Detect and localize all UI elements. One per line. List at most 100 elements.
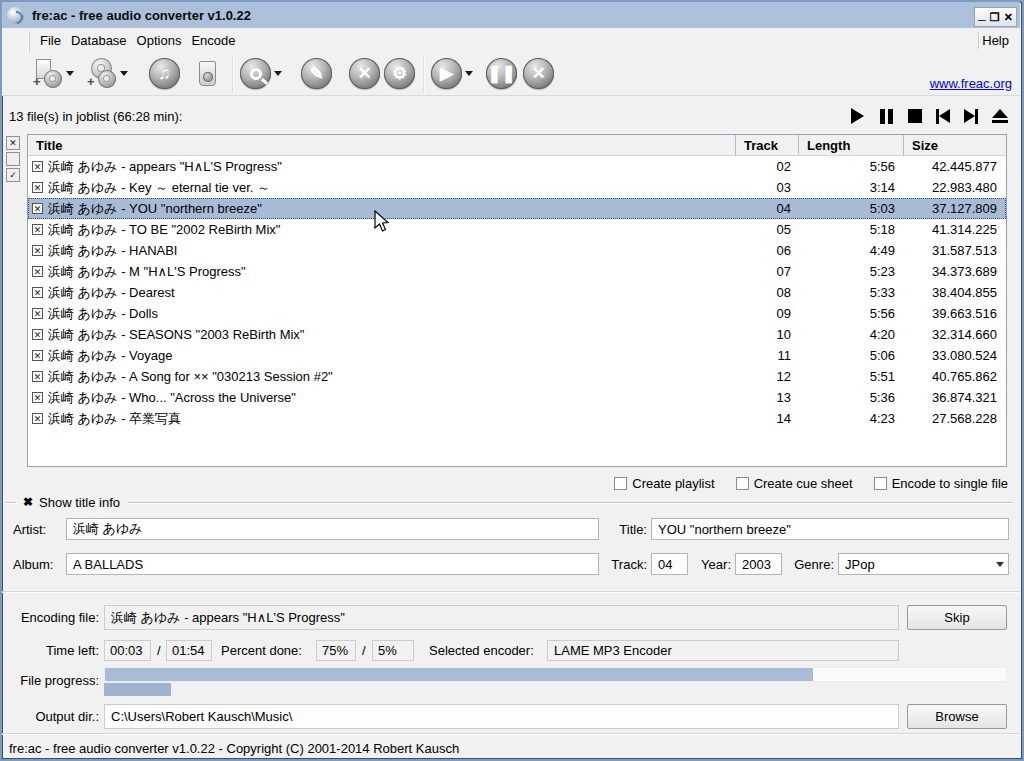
album-field[interactable]: A BALLADS — [66, 553, 599, 575]
add-cd-tracks-icon[interactable]: + — [33, 58, 63, 90]
add-cd-tracks-icon-dropdown[interactable] — [66, 71, 74, 76]
row-checkbox[interactable]: ✕ — [32, 371, 43, 382]
row-title: 浜崎 あゆみ - A Song for ×× "030213 Session #… — [48, 368, 333, 386]
browse-button[interactable]: Browse — [907, 704, 1007, 729]
cddb-submit-icon[interactable]: ✎ — [301, 58, 332, 89]
joblist-row[interactable]: ✕浜崎 あゆみ - SEASONS "2003 ReBirth Mix"104:… — [28, 324, 1006, 345]
joblist-row[interactable]: ✕浜崎 あゆみ - TO BE "2002 ReBirth Mix"055:18… — [28, 219, 1006, 240]
row-checkbox[interactable]: ✕ — [32, 224, 43, 235]
stop-encoding-icon[interactable]: ✕ — [523, 58, 554, 89]
row-checkbox[interactable]: ✕ — [32, 392, 43, 403]
genre-label: Genre: — [783, 557, 834, 572]
encode-single-file-label: Encode to single file — [892, 476, 1008, 491]
cddb-query-icon-dropdown[interactable] — [274, 71, 282, 76]
row-checkbox[interactable]: ✕ — [32, 350, 43, 361]
create-playlist-checkbox[interactable]: Create playlist — [614, 476, 714, 491]
freac-website-link[interactable]: www.freac.org — [930, 76, 1012, 91]
artist-field[interactable]: 浜崎 あゆみ — [66, 518, 599, 540]
row-length: 5:23 — [798, 264, 903, 279]
title-label: Title: — [602, 522, 647, 537]
joblist-row[interactable]: ✕浜崎 あゆみ - Voyage115:0633.080.524 — [28, 345, 1006, 366]
joblist-row[interactable]: ✕浜崎 あゆみ - appears "H∧L'S Progress"025:56… — [28, 156, 1006, 177]
row-checkbox[interactable]: ✕ — [32, 413, 43, 424]
row-checkbox[interactable]: ✕ — [32, 203, 43, 214]
app-icon — [7, 7, 24, 24]
status-bar-text: fre:ac - free audio converter v1.0.22 - … — [9, 741, 459, 756]
joblist-status-row: 13 file(s) in joblist (66:28 min): — [2, 96, 1020, 134]
year-field[interactable]: 2003 — [735, 553, 782, 575]
time-slash: / — [157, 643, 161, 658]
encode-single-file-checkbox[interactable]: Encode to single file — [874, 476, 1008, 491]
row-title: 浜崎 あゆみ - HANABI — [48, 242, 177, 260]
toggle-selection-button[interactable]: ✓ — [6, 168, 20, 182]
play-icon[interactable] — [851, 108, 864, 124]
row-checkbox[interactable]: ✕ — [32, 266, 43, 277]
pause-encoding-icon[interactable]: ❚❚ — [486, 58, 517, 89]
joblist-row[interactable]: ✕浜崎 あゆみ - Dolls095:5639.663.516 — [28, 303, 1006, 324]
add-files-icon[interactable]: ♫ — [149, 58, 180, 89]
rip-cd-icon-dropdown[interactable] — [120, 71, 128, 76]
toolbar: www.freac.org ++♫✎✕⚙▶❚❚✕ — [2, 52, 1020, 96]
joblist-row[interactable]: ✕浜崎 あゆみ - YOU "northern breeze"045:0337.… — [28, 198, 1006, 219]
select-none-button[interactable] — [6, 152, 20, 166]
genre-dropdown-icon[interactable] — [996, 562, 1004, 567]
joblist-row[interactable]: ✕浜崎 あゆみ - HANABI064:4931.587.513 — [28, 240, 1006, 261]
joblist-row[interactable]: ✕浜崎 あゆみ - Who... "Across the Universe"13… — [28, 387, 1006, 408]
eject-icon[interactable] — [992, 108, 1008, 124]
row-track: 09 — [735, 306, 798, 321]
row-checkbox[interactable]: ✕ — [32, 329, 43, 340]
maximize-button[interactable]: ❐ — [990, 12, 1000, 23]
title-bar[interactable]: fre:ac - free audio converter v1.0.22 ─ … — [2, 2, 1020, 28]
row-size: 41.314.225 — [903, 222, 1006, 237]
row-length: 4:20 — [798, 327, 903, 342]
collapse-icon[interactable]: ✖ — [23, 495, 33, 509]
next-track-icon[interactable] — [964, 108, 978, 124]
joblist-row[interactable]: ✕浜崎 あゆみ - Key ～ eternal tie ver. ～033:14… — [28, 177, 1006, 198]
row-title: 浜崎 あゆみ - Dolls — [48, 305, 158, 323]
configure-encoder-icon[interactable]: ✕ — [349, 58, 380, 89]
row-checkbox[interactable]: ✕ — [32, 308, 43, 319]
select-all-button[interactable]: ✕ — [6, 136, 20, 150]
encode-options-row: Create playlist Create cue sheet Encode … — [2, 476, 1020, 491]
create-playlist-box[interactable] — [614, 477, 627, 490]
cddb-query-icon[interactable] — [240, 58, 271, 89]
joblist-row[interactable]: ✕浜崎 あゆみ - 卒業写真144:2327.568.228 — [28, 408, 1006, 429]
menu-database[interactable]: Database — [66, 30, 132, 51]
row-track: 14 — [735, 411, 798, 426]
genre-select[interactable]: JPop — [838, 553, 1009, 575]
row-checkbox[interactable]: ✕ — [32, 245, 43, 256]
menu-options[interactable]: Options — [132, 30, 187, 51]
minimize-button[interactable]: ─ — [978, 15, 986, 26]
column-track[interactable]: Track — [735, 135, 798, 155]
row-length: 5:33 — [798, 285, 903, 300]
joblist-row[interactable]: ✕ 浜崎 あゆみ - A Song for ×× "030213 Session … — [28, 366, 1006, 387]
encode-single-file-box[interactable] — [874, 477, 887, 490]
rip-cd-icon[interactable]: + — [87, 58, 117, 90]
row-checkbox[interactable]: ✕ — [32, 161, 43, 172]
pause-icon[interactable] — [878, 108, 894, 124]
menu-encode[interactable]: Encode — [186, 30, 240, 51]
start-encoding-icon-dropdown[interactable] — [465, 71, 473, 76]
title-field[interactable]: YOU "northern breeze" — [651, 518, 1009, 540]
start-encoding-icon[interactable]: ▶ — [431, 58, 462, 89]
close-button[interactable]: ✕ — [1004, 12, 1013, 23]
column-length[interactable]: Length — [798, 135, 903, 155]
joblist-row[interactable]: ✕浜崎 あゆみ - Dearest085:3338.404.855 — [28, 282, 1006, 303]
skip-button[interactable]: Skip — [907, 605, 1007, 630]
stop-icon[interactable] — [908, 109, 922, 123]
output-dir-field[interactable]: C:\Users\Robert Kausch\Music\ — [104, 704, 899, 729]
row-size: 34.373.689 — [903, 264, 1006, 279]
row-checkbox[interactable]: ✕ — [32, 182, 43, 193]
remove-entry-icon[interactable] — [194, 58, 224, 90]
settings-icon[interactable]: ⚙ — [384, 58, 415, 89]
create-cue-sheet-checkbox[interactable]: Create cue sheet — [736, 476, 853, 491]
menu-help[interactable]: Help — [977, 30, 1014, 51]
joblist-row[interactable]: ✕浜崎 あゆみ - M "H∧L'S Progress"075:2334.373… — [28, 261, 1006, 282]
previous-track-icon[interactable] — [936, 108, 950, 124]
row-checkbox[interactable]: ✕ — [32, 287, 43, 298]
create-cue-sheet-box[interactable] — [736, 477, 749, 490]
column-size[interactable]: Size — [903, 135, 1006, 155]
menu-file[interactable]: File — [35, 30, 66, 51]
track-field[interactable]: 04 — [651, 553, 688, 575]
column-title[interactable]: Title — [28, 135, 735, 155]
